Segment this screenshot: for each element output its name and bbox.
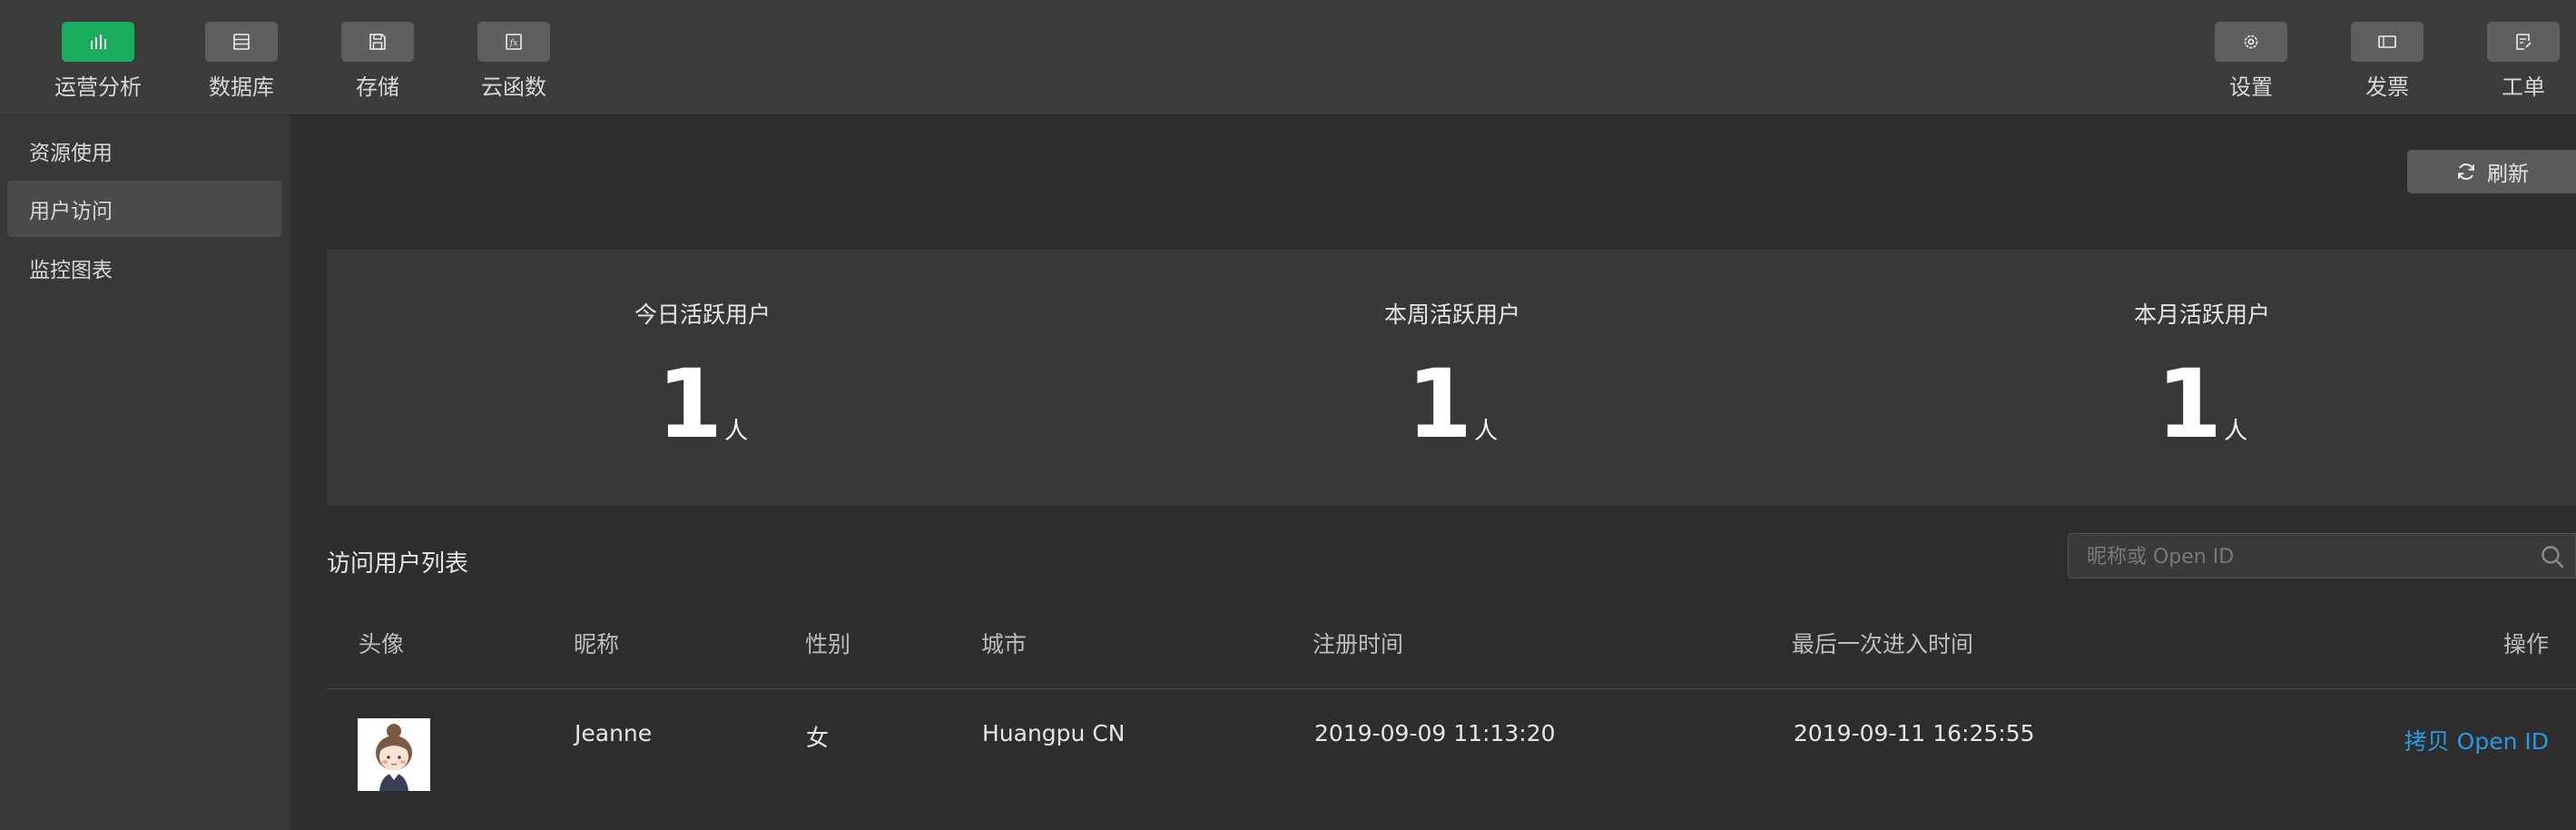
toolbar-ticket-btn-bg[interactable] — [2487, 22, 2560, 62]
copy-open-id-link[interactable]: 拷贝 Open ID — [2404, 724, 2549, 756]
stat-month: 本月活跃用户 1 人 — [2020, 250, 2384, 506]
toolbar-settings-button[interactable]: 设置 — [2183, 22, 2319, 104]
toolbar-invoice-label: 发票 — [2365, 74, 2409, 100]
table-header: 头像 昵称 性别 城市 注册时间 最后一次进入时间 操作 — [327, 610, 2576, 689]
row-registered-time: 2019-09-09 11:13:20 — [1314, 720, 1556, 746]
toolbar-database-label: 数据库 — [209, 74, 274, 100]
sidebar-item-monitor-charts[interactable]: 监控图表 — [7, 240, 281, 296]
column-header-gender: 性别 — [805, 631, 851, 657]
avatar-image — [358, 718, 430, 791]
bar-chart-icon — [91, 35, 106, 49]
column-header-last-visit: 最后一次进入时间 — [1792, 631, 1974, 657]
stat-today-value: 1 — [656, 349, 723, 459]
refresh-label: 刷新 — [2487, 163, 2529, 186]
stat-month-value-wrap: 1 人 — [2020, 357, 2384, 451]
svg-text:fx: fx — [509, 39, 517, 48]
stat-today-value-wrap: 1 人 — [521, 357, 884, 451]
toolbar-invoice-button[interactable]: 发票 — [2319, 22, 2455, 104]
row-nickname: Jeanne — [575, 720, 653, 746]
visitor-list-title: 访问用户列表 — [327, 550, 469, 578]
toolbar-database-btn-bg[interactable] — [205, 22, 278, 62]
sidebar-item-label: 监控图表 — [29, 259, 113, 282]
search-icon[interactable] — [2539, 543, 2566, 570]
sidebar-item-resource-usage[interactable]: 资源使用 — [7, 123, 281, 179]
toolbar-cloud-function-button[interactable]: fx 云函数 — [446, 22, 582, 104]
save-icon — [369, 34, 386, 50]
column-header-avatar: 头像 — [359, 631, 405, 657]
toolbar-database-button[interactable]: 数据库 — [173, 22, 310, 104]
stat-today-unit: 人 — [724, 418, 749, 445]
stat-today: 今日活跃用户 1 人 — [521, 250, 884, 506]
toolbar-ticket-button[interactable]: 工单 — [2455, 22, 2576, 104]
search-box — [2068, 533, 2576, 578]
stat-month-value: 1 — [2156, 349, 2223, 459]
toolbar-cloud-function-btn-bg[interactable]: fx — [477, 22, 550, 62]
stat-month-title: 本月活跃用户 — [2133, 301, 2270, 328]
row-last-visit-time: 2019-09-11 16:25:55 — [1794, 720, 2035, 746]
toolbar-storage-label: 存储 — [356, 74, 399, 100]
row-gender: 女 — [806, 725, 830, 751]
sidebar: 资源使用 用户访问 监控图表 — [0, 115, 290, 830]
stat-week-value-wrap: 1 人 — [1271, 357, 1634, 451]
refresh-icon — [2458, 163, 2474, 180]
column-header-action: 操作 — [2502, 631, 2549, 657]
refresh-button[interactable]: 刷新 — [2407, 150, 2576, 193]
toolbar-ticket-label: 工单 — [2502, 74, 2545, 100]
toolbar-analytics-btn-bg[interactable] — [62, 22, 134, 62]
gear-icon — [2244, 35, 2258, 49]
toolbar-cloud-function-label: 云函数 — [481, 74, 546, 100]
toolbar-analytics-button[interactable]: 运营分析 — [30, 22, 166, 104]
sidebar-item-label: 用户访问 — [29, 200, 113, 223]
stat-today-title: 今日活跃用户 — [634, 301, 771, 328]
column-header-nickname: 昵称 — [574, 631, 620, 657]
active-users-stats: 今日活跃用户 1 人 本周活跃用户 1 人 本月活跃用户 1 人 — [327, 250, 2576, 506]
stat-week-title: 本周活跃用户 — [1383, 301, 1520, 328]
stat-week-unit: 人 — [1474, 418, 1499, 445]
function-icon: fx — [506, 34, 522, 50]
toolbar-storage-button[interactable]: 存储 — [310, 22, 446, 104]
avatar — [358, 718, 430, 791]
database-icon — [233, 34, 250, 50]
column-header-registered: 注册时间 — [1313, 631, 1404, 657]
ticket-icon — [2516, 34, 2532, 50]
toolbar-storage-btn-bg[interactable] — [341, 22, 414, 62]
sidebar-item-label: 资源使用 — [29, 142, 113, 165]
sidebar-item-user-access[interactable]: 用户访问 — [7, 181, 281, 237]
stat-week-value: 1 — [1406, 349, 1473, 459]
search-input[interactable] — [2085, 541, 2515, 572]
stat-week: 本周活跃用户 1 人 — [1271, 250, 1634, 506]
toolbar-settings-btn-bg[interactable] — [2215, 22, 2287, 62]
invoice-icon — [2378, 35, 2396, 48]
toolbar-invoice-btn-bg[interactable] — [2351, 22, 2424, 62]
toolbar-settings-label: 设置 — [2229, 74, 2273, 100]
toolbar-analytics-label: 运营分析 — [54, 74, 142, 100]
row-city: Huangpu CN — [982, 720, 1126, 746]
table-row: Jeanne 女 Huangpu CN 2019-09-09 11:13:20 … — [327, 689, 2576, 830]
stat-month-unit: 人 — [2224, 418, 2248, 445]
column-header-city: 城市 — [981, 631, 1027, 657]
top-toolbar: 运营分析 数据库 存储 fx 云函数 设置 发票 工单 — [0, 0, 2576, 115]
